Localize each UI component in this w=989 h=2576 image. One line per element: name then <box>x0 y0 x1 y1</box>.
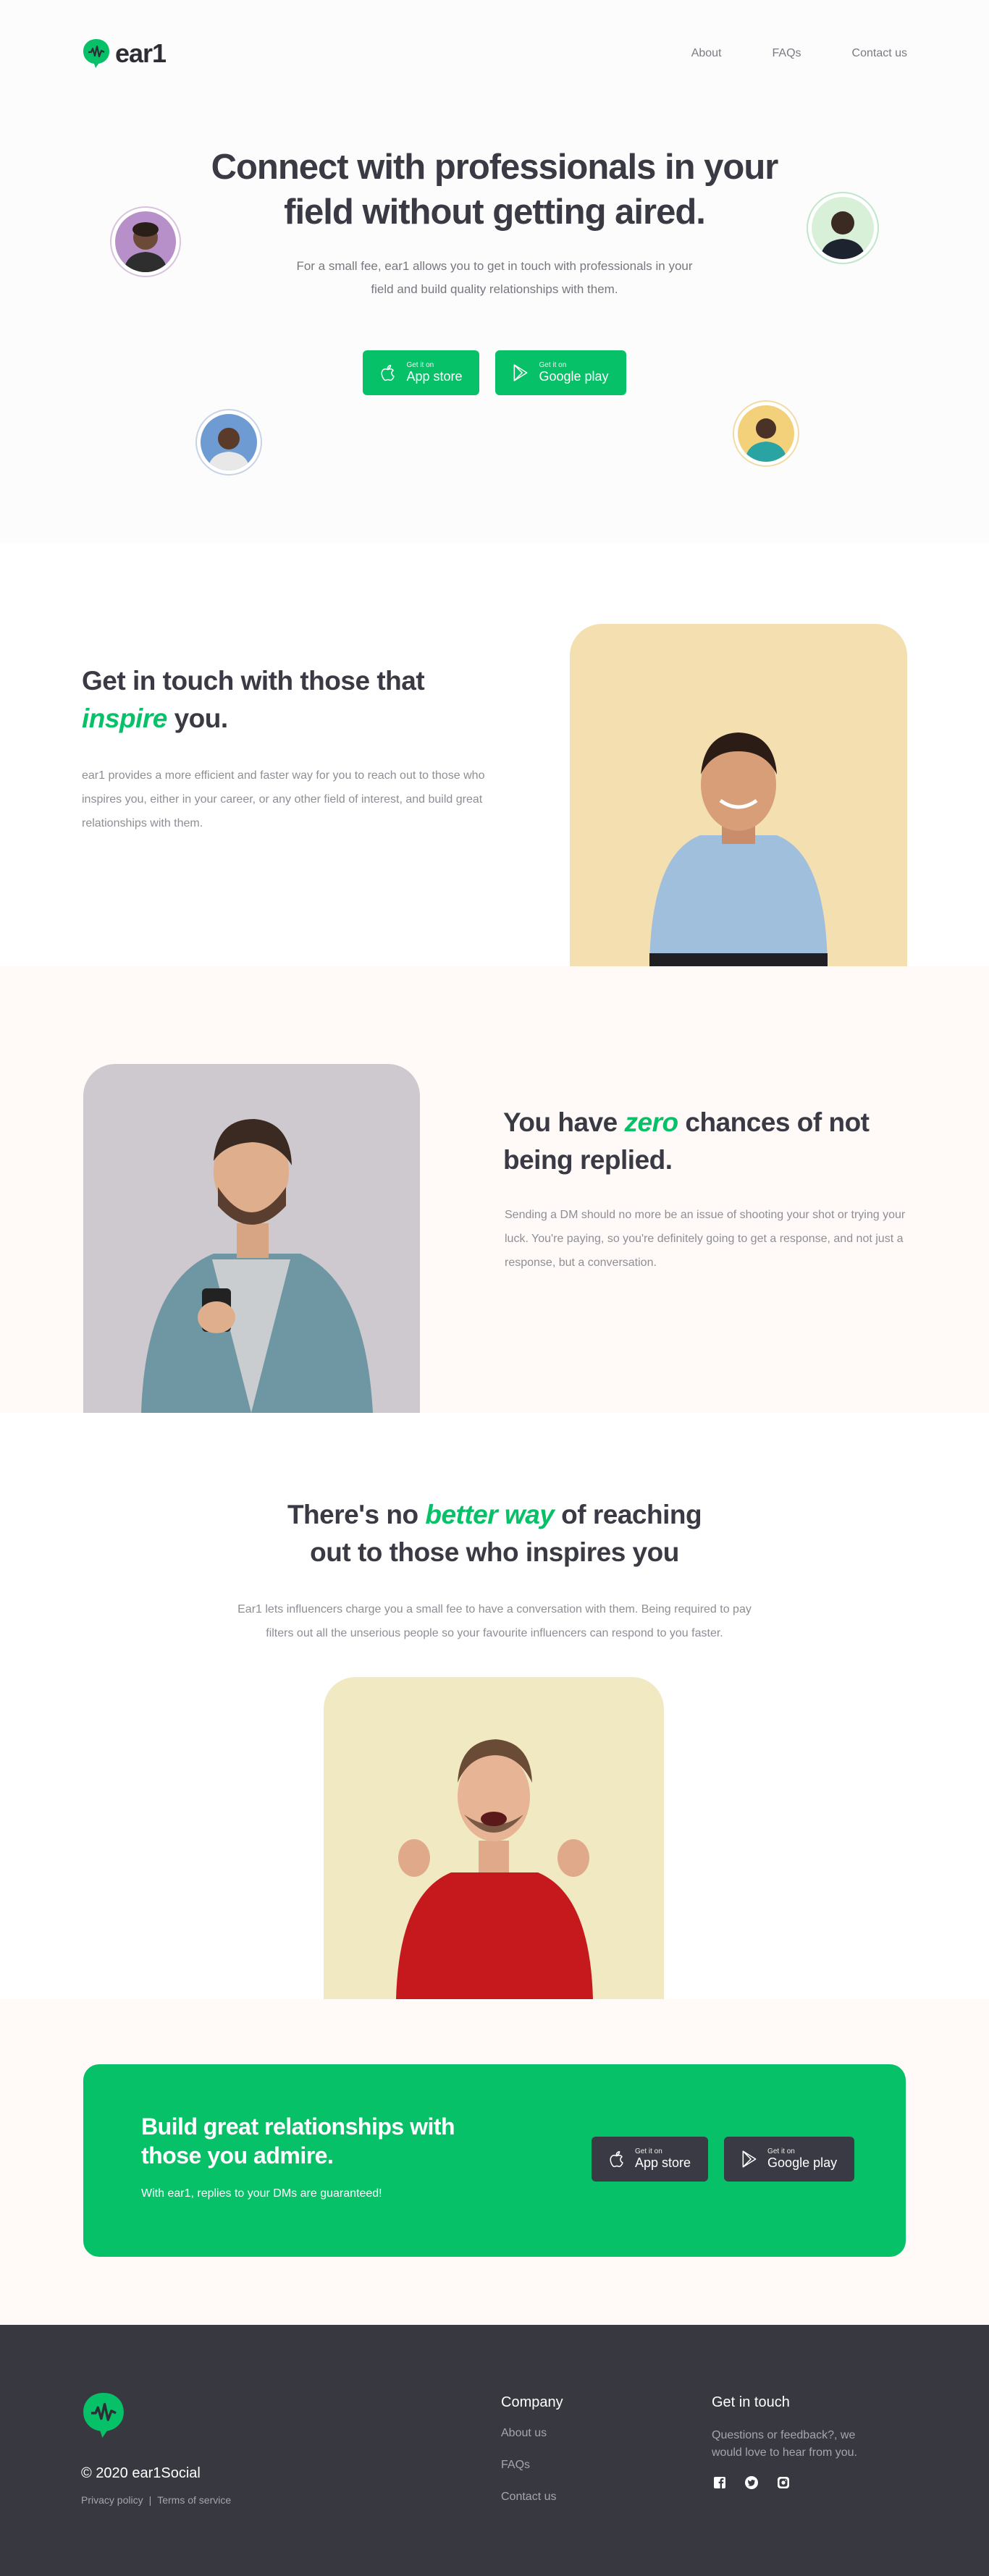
nav-link-faqs[interactable]: FAQs <box>773 47 801 60</box>
hero-subtitle: For a small fee, ear1 allows you to get … <box>296 259 693 296</box>
inspire-title: Get in touch with those that inspire you… <box>82 662 487 738</box>
zero-section: You have zero chances of not being repli… <box>0 966 989 1413</box>
cta-subtitle: With ear1, replies to your DMs are guara… <box>141 2187 382 2200</box>
hero-store-buttons: Get it on App store Get it on Google pla… <box>0 350 989 395</box>
cta-google-play-button[interactable]: Get it on Google play <box>724 2137 855 2182</box>
apple-icon <box>381 364 395 381</box>
better-title-em: better way <box>425 1500 555 1529</box>
avatar-bottom-right <box>733 400 799 467</box>
footer-contact-text: Questions or feedback?, we would love to… <box>712 2429 857 2459</box>
zero-title: You have zero chances of not being repli… <box>503 1104 909 1179</box>
terms-of-service-link[interactable]: Terms of service <box>157 2494 231 2506</box>
apple-icon <box>610 2150 623 2168</box>
inspire-title-b: you. <box>167 704 229 733</box>
better-title: There's no better way of reaching out to… <box>0 1496 989 1571</box>
hero-title-line1: Connect with professionals in your <box>211 148 779 187</box>
google-play-small: Get it on <box>539 361 567 369</box>
hero-title-line2: field without getting aired. <box>284 193 706 232</box>
app-store-button[interactable]: Get it on App store <box>363 350 480 395</box>
avatar-top-right <box>807 192 879 264</box>
nav-link-about[interactable]: About <box>691 47 722 60</box>
logo-text: ear1 <box>115 38 167 68</box>
legal-separator: | <box>148 2494 152 2506</box>
inspire-section: Get in touch with those that inspire you… <box>0 543 989 966</box>
privacy-policy-link[interactable]: Privacy policy <box>81 2494 143 2506</box>
cta-google-play-small: Get it on <box>767 2148 795 2155</box>
play-icon <box>742 2150 757 2168</box>
inspire-body: ear1 provides a more efficient and faste… <box>82 769 485 829</box>
cta-app-store-button[interactable]: Get it on App store <box>592 2137 709 2182</box>
logo[interactable]: ear1 <box>82 38 167 69</box>
avatar-top-left <box>110 206 181 277</box>
footer-company-column: Company About us FAQs Contact us <box>501 2394 563 2522</box>
zero-photo <box>83 1064 420 1413</box>
footer-contact-title: Get in touch <box>712 2394 790 2410</box>
facebook-icon[interactable] <box>712 2475 728 2491</box>
cta-card: Build great relationships with those you… <box>83 2064 906 2257</box>
footer-copyright: © 2020 ear1Social <box>81 2465 201 2481</box>
better-title-b: of reaching <box>554 1500 702 1529</box>
app-store-label: App store <box>406 369 463 384</box>
play-icon <box>514 364 528 381</box>
cta-app-store-label: App store <box>635 2155 691 2170</box>
nav-link-contact[interactable]: Contact us <box>852 47 907 60</box>
better-way-section: There's no better way of reaching out to… <box>0 1413 989 1999</box>
app-store-small: Get it on <box>406 361 434 369</box>
google-play-button[interactable]: Get it on Google play <box>495 350 626 395</box>
hero-section: ear1 About FAQs Contact us Connect with … <box>0 0 989 543</box>
cta-section: Build great relationships with those you… <box>0 1999 989 2325</box>
google-play-label: Google play <box>539 369 609 384</box>
nav-links: About FAQs Contact us <box>691 47 907 60</box>
footer-company-title: Company <box>501 2394 563 2410</box>
cta-title: Build great relationships with those you… <box>141 2113 455 2169</box>
avatar-bottom-left <box>195 409 262 476</box>
footer-logo-icon[interactable] <box>81 2390 126 2441</box>
zero-title-em: zero <box>624 1107 679 1137</box>
footer-link-about-us[interactable]: About us <box>501 2427 563 2440</box>
cta-google-play-label: Google play <box>767 2155 838 2170</box>
better-body: Ear1 lets influencers charge you a small… <box>237 1603 752 1639</box>
better-title-a: There's no <box>287 1500 426 1529</box>
footer-link-contact-us[interactable]: Contact us <box>501 2491 563 2504</box>
zero-title-a: You have <box>503 1107 625 1137</box>
inspire-title-a: Get in touch with those that <box>82 666 425 696</box>
social-links <box>712 2475 878 2491</box>
cta-store-buttons: Get it on App store Get it on Google pla… <box>592 2137 855 2182</box>
footer-contact-column: Get in touch Questions or feedback?, we … <box>712 2394 878 2491</box>
inspire-title-em: inspire <box>82 704 167 733</box>
twitter-icon[interactable] <box>744 2475 759 2491</box>
footer-legal: Privacy policy | Terms of service <box>81 2494 231 2506</box>
better-title-line2: out to those who inspires you <box>310 1537 679 1567</box>
top-nav: ear1 About FAQs Contact us <box>82 36 907 71</box>
inspire-photo <box>570 624 907 966</box>
zero-body: Sending a DM should no more be an issue … <box>505 1209 906 1269</box>
logo-mark-icon <box>83 39 109 68</box>
better-photo <box>324 1677 664 1999</box>
footer: © 2020 ear1Social Privacy policy | Terms… <box>0 2325 989 2576</box>
instagram-icon[interactable] <box>775 2475 791 2491</box>
cta-app-store-small: Get it on <box>635 2148 662 2155</box>
footer-link-faqs[interactable]: FAQs <box>501 2459 563 2472</box>
